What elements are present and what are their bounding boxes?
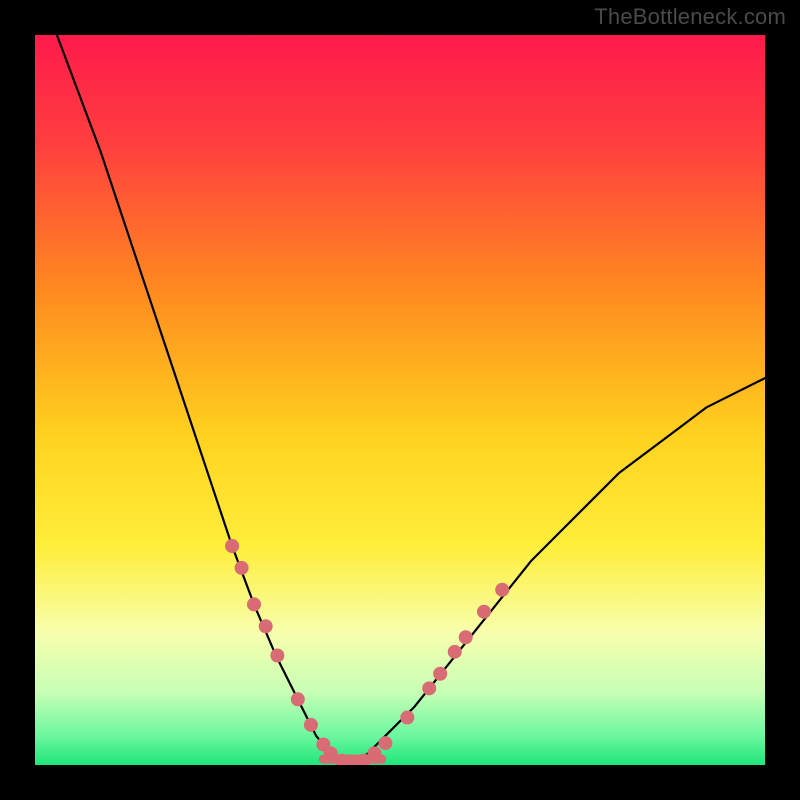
watermark-text: TheBottleneck.com [594, 4, 786, 30]
chart-frame: TheBottleneck.com [0, 0, 800, 800]
bottleneck-plot [35, 35, 765, 765]
